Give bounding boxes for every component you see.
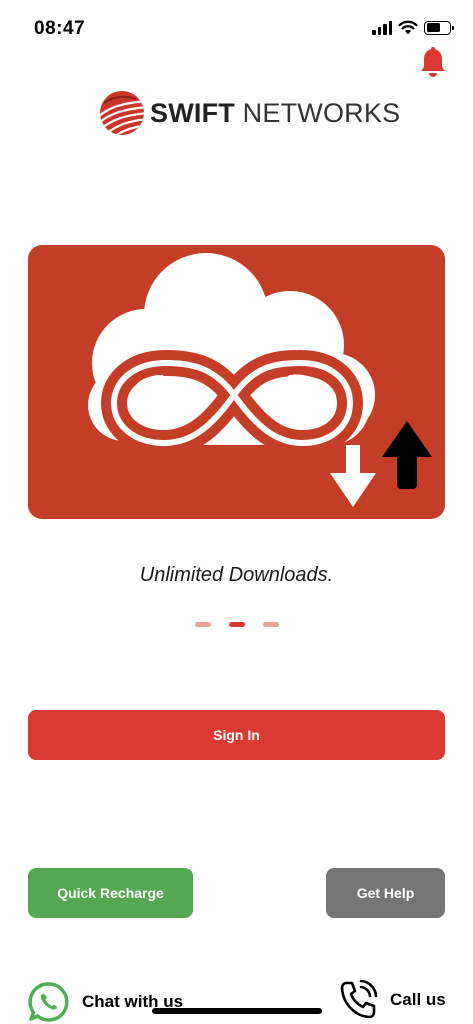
carousel-dot-active[interactable] xyxy=(228,622,245,627)
sign-in-button[interactable]: Sign In xyxy=(28,710,445,760)
home-indicator[interactable] xyxy=(152,1008,322,1014)
phone-icon xyxy=(340,979,378,1019)
brand-name-rest: NETWORKS xyxy=(234,97,401,128)
carousel-dot[interactable] xyxy=(194,622,211,627)
chat-with-us-link[interactable]: Chat with us xyxy=(28,981,183,1023)
get-help-button[interactable]: Get Help xyxy=(326,868,445,918)
brand-logo: SWIFT NETWORKS xyxy=(98,88,400,138)
carousel-indicator xyxy=(0,622,473,627)
download-arrow-icon xyxy=(330,445,376,507)
quick-recharge-button[interactable]: Quick Recharge xyxy=(28,868,193,918)
swift-logo-icon xyxy=(100,91,144,135)
status-bar: 08:47 xyxy=(0,0,473,56)
hero-caption: Unlimited Downloads. xyxy=(139,564,334,586)
status-icons xyxy=(372,20,454,35)
status-time: 08:47 xyxy=(34,18,86,39)
cellular-signal-icon xyxy=(372,20,392,35)
hero-banner xyxy=(28,245,445,519)
carousel-dot[interactable] xyxy=(262,622,279,627)
wifi-icon xyxy=(398,20,418,35)
battery-icon xyxy=(424,20,454,35)
whatsapp-icon xyxy=(28,982,69,1022)
brand-name: SWIFT NETWORKS xyxy=(150,98,400,129)
call-us-link[interactable]: Call us xyxy=(338,979,446,1021)
call-us-label: Call us xyxy=(390,990,446,1009)
notification-bell-icon[interactable] xyxy=(418,46,448,80)
cloud-infinity-icon xyxy=(88,253,432,507)
brand-name-bold: SWIFT xyxy=(150,97,235,128)
upload-arrow-icon xyxy=(382,421,432,489)
